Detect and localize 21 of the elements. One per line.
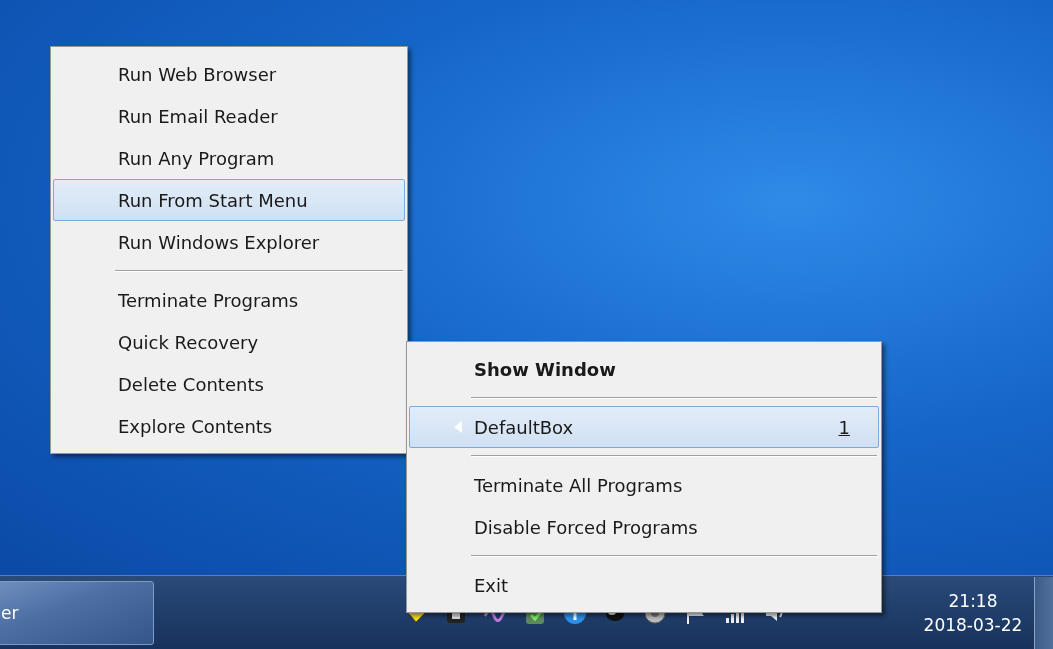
menu-item[interactable]: Terminate All Programs [409, 464, 879, 506]
arrow-icon [454, 421, 462, 433]
menu-item[interactable]: Exit [409, 564, 879, 606]
menu-item[interactable]: Run Windows Explorer [53, 221, 405, 263]
shortcut-key: 1 [838, 416, 864, 438]
menu-item[interactable]: Delete Contents [53, 363, 405, 405]
menu-item[interactable]: Explore Contents [53, 405, 405, 447]
menu-item[interactable]: Run From Start Menu [53, 179, 405, 221]
clock[interactable]: 21:18 2018-03-22 [918, 590, 1028, 635]
menu-item[interactable]: DefaultBox 1 [409, 406, 879, 448]
menu-item[interactable]: Run Any Program [53, 137, 405, 179]
menu-item[interactable]: Terminate Programs [53, 279, 405, 321]
menu-item[interactable]: Run Web Browser [53, 53, 405, 95]
menu-item[interactable]: Quick Recovery [53, 321, 405, 363]
clock-time: 21:18 [948, 590, 998, 611]
menu-item[interactable]: Run Email Reader [53, 95, 405, 137]
menu-item[interactable]: Show Window [409, 348, 879, 390]
show-desktop-button[interactable] [1034, 576, 1053, 649]
taskbar-button[interactable]: er [0, 580, 154, 645]
clock-date: 2018-03-22 [923, 614, 1023, 635]
menu-item[interactable]: Disable Forced Programs [409, 506, 879, 548]
